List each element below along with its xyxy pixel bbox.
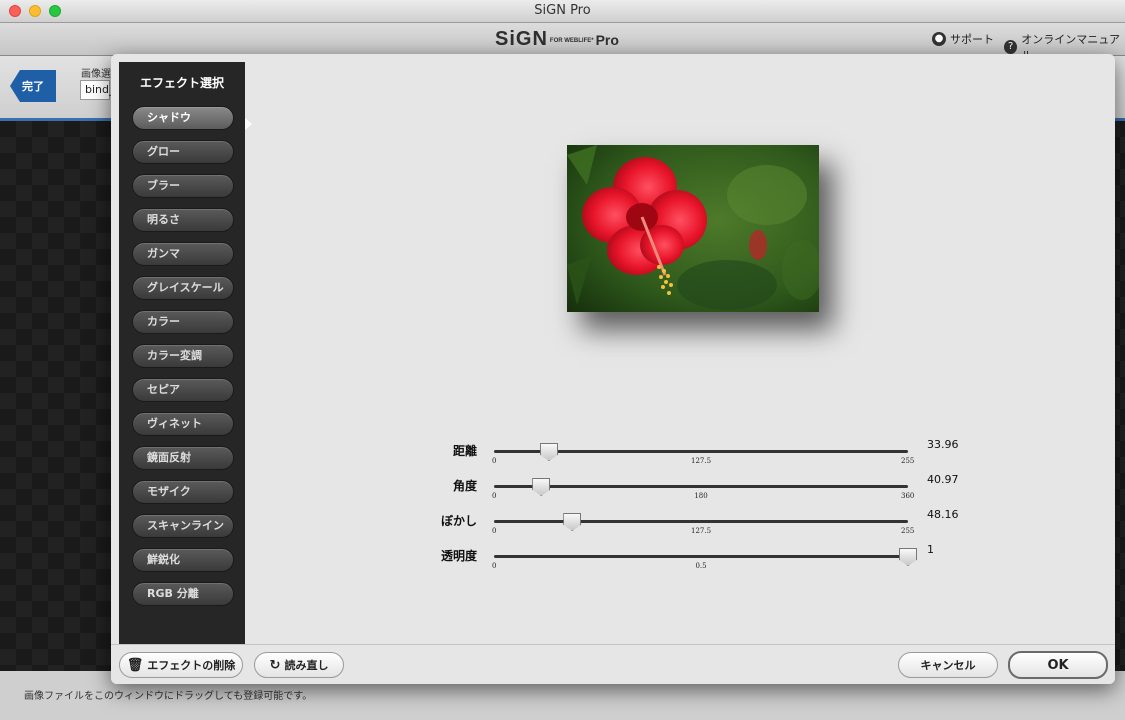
app-logo: SiGN FOR WEBLIFE* Pro [495, 28, 619, 50]
effect-item[interactable]: カラー [132, 310, 234, 334]
slider-min-tick: 0 [492, 492, 497, 500]
slider-value: 40.97 [927, 473, 959, 486]
effect-item[interactable]: シャドウ [132, 106, 234, 130]
done-button[interactable]: 完了 [10, 70, 56, 102]
slider-min-tick: 0 [492, 527, 497, 535]
slider-track[interactable] [494, 555, 908, 558]
slider-max-tick: 255 [901, 457, 915, 465]
window-title: SiGN Pro [534, 3, 591, 18]
help-icon: ? [1004, 40, 1018, 54]
reload-label: 読み直し [284, 659, 329, 672]
support-label: サポート [950, 33, 994, 46]
reload-icon: ↻ [269, 657, 281, 673]
delete-effect-label: エフェクトの削除 [147, 659, 236, 672]
effect-item[interactable]: ガンマ [132, 242, 234, 266]
slider-thumb[interactable] [532, 478, 551, 496]
slider-thumb[interactable] [540, 443, 559, 461]
slider-min-tick: 0 [492, 457, 497, 465]
slider-value: 1 [927, 543, 934, 556]
image-name-field[interactable]: bind_ [80, 80, 115, 100]
effect-item[interactable]: グロー [132, 140, 234, 164]
effect-item[interactable]: カラー変調 [132, 344, 234, 368]
effect-item[interactable]: スキャンライン [132, 514, 234, 538]
effect-dialog: エフェクト選択 シャドウグローブラー明るさガンマグレイスケール カラーカラー変調セ… [111, 54, 1115, 684]
user-icon: ● [932, 32, 946, 46]
slider-max-tick: 360 [901, 492, 915, 500]
slider-max-tick: 255 [901, 527, 915, 535]
effect-item[interactable]: 鮮鋭化 [132, 548, 234, 572]
window-titlebar: SiGN Pro [0, 0, 1125, 23]
effect-item[interactable]: 鏡面反射 [132, 446, 234, 470]
app-header: SiGNFOR WEBLIFE*Pro ● サポート ? オンラインマニュアル [0, 23, 1125, 62]
slider-label: 角度 [452, 479, 477, 493]
slider-row: 角度 0 180 360 40.97 [411, 473, 971, 503]
active-effect-pointer [245, 118, 252, 130]
effect-item[interactable]: グレイスケール [132, 276, 234, 300]
slider-track[interactable] [494, 520, 908, 523]
slider-value: 33.96 [927, 438, 959, 451]
slider-label: ぼかし [440, 514, 477, 528]
slider-track[interactable] [494, 485, 908, 488]
effect-sidebar: エフェクト選択 シャドウグローブラー明るさガンマグレイスケール カラーカラー変調セ… [119, 62, 252, 644]
slider-thumb[interactable] [563, 513, 582, 531]
effect-list: シャドウグローブラー明るさガンマグレイスケール カラーカラー変調セピアヴィネット鏡… [132, 106, 234, 616]
effect-item[interactable]: RGB 分離 [132, 582, 234, 606]
hibiscus-photo [567, 145, 819, 312]
effect-item[interactable]: モザイク [132, 480, 234, 504]
effect-preview-image [567, 145, 819, 312]
ok-button[interactable]: OK [1008, 651, 1108, 679]
delete-effect-button[interactable]: 🗑 エフェクトの削除 [119, 652, 243, 678]
slider-row: 透明度 0 0.5 1 [411, 543, 971, 573]
effect-item[interactable]: ヴィネット [132, 412, 234, 436]
dialog-footer: 🗑 エフェクトの削除 ↻ 読み直し キャンセル OK [111, 644, 1115, 684]
image-select-label: 画像選 [81, 69, 111, 80]
effect-item[interactable]: セピア [132, 378, 234, 402]
cancel-button[interactable]: キャンセル [898, 652, 998, 678]
effect-item[interactable]: ブラー [132, 174, 234, 198]
slider-row: 距離 0 127.5 255 33.96 [411, 438, 971, 468]
slider-label: 距離 [452, 444, 477, 458]
reload-button[interactable]: ↻ 読み直し [254, 652, 344, 678]
slider-min-tick: 0 [492, 562, 497, 570]
effect-item[interactable]: 明るさ [132, 208, 234, 232]
slider-label: 透明度 [440, 549, 477, 563]
trash-icon: 🗑 [126, 657, 144, 673]
slider-value: 48.16 [927, 508, 959, 521]
slider-row: ぼかし 0 127.5 255 48.16 [411, 508, 971, 538]
effect-select-title: エフェクト選択 [139, 76, 224, 90]
support-link[interactable]: ● サポート [932, 31, 994, 47]
slider-thumb[interactable] [899, 548, 917, 566]
drag-hint-text: 画像ファイルをこのウィンドウにドラッグしても登録可能です。 [24, 691, 313, 702]
